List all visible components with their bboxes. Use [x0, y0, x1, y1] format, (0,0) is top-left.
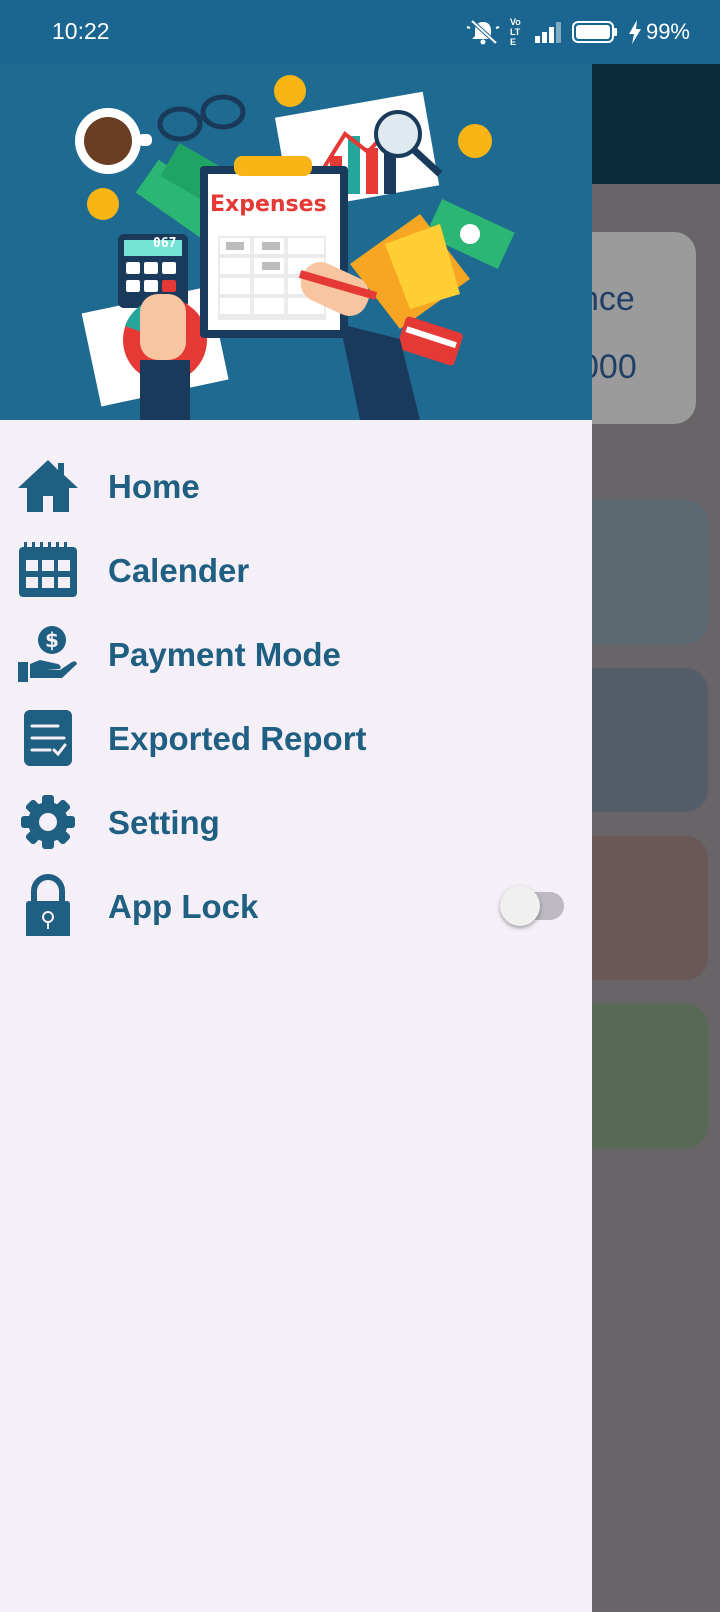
status-bar: 10:22 Vo LTE 99%: [0, 0, 720, 64]
svg-text:$: $: [45, 628, 59, 652]
menu-item-label: Setting: [108, 804, 220, 841]
header-banner-text: Expenses: [210, 192, 327, 217]
menu-item-exported-report[interactable]: Exported Report: [0, 696, 592, 780]
battery-percent: 99%: [645, 19, 690, 44]
home-icon: [18, 460, 78, 512]
toggle-thumb: [500, 886, 540, 926]
report-icon: [24, 710, 72, 766]
drawer-menu: Home Calender $ Payment Mode Exported Re…: [0, 444, 592, 948]
signal-icon: [534, 22, 561, 43]
background-app-bar: [592, 64, 720, 184]
charging-icon: [628, 20, 641, 44]
menu-item-app-lock[interactable]: App Lock: [0, 864, 592, 948]
lock-icon: [26, 874, 70, 936]
mute-icon: [466, 19, 500, 45]
status-time: 10:22: [52, 18, 110, 44]
menu-item-home[interactable]: Home: [0, 444, 592, 528]
menu-item-label: Home: [108, 468, 200, 505]
payment-hand-icon: $: [18, 626, 77, 682]
app-lock-toggle[interactable]: [500, 886, 564, 926]
calculator-display-text: 067: [153, 236, 177, 251]
gear-icon: [21, 795, 75, 849]
drawer-header-illustration: Expenses 067: [0, 64, 592, 420]
menu-item-label: Payment Mode: [108, 636, 341, 673]
menu-item-label: Calender: [108, 552, 250, 589]
menu-item-payment-mode[interactable]: $ Payment Mode: [0, 612, 592, 696]
menu-item-label: App Lock: [108, 888, 259, 925]
menu-item-calender[interactable]: Calender: [0, 528, 592, 612]
menu-item-label: Exported Report: [108, 720, 367, 757]
status-icons: Vo LTE 99%: [466, 17, 690, 47]
calendar-icon: [19, 542, 77, 597]
menu-item-setting[interactable]: Setting: [0, 780, 592, 864]
navigation-drawer: Expenses 067 Home Calender $ Payment Mod…: [0, 64, 592, 1612]
battery-icon: [571, 21, 617, 43]
volte-indicator: Vo LTE: [509, 17, 521, 47]
